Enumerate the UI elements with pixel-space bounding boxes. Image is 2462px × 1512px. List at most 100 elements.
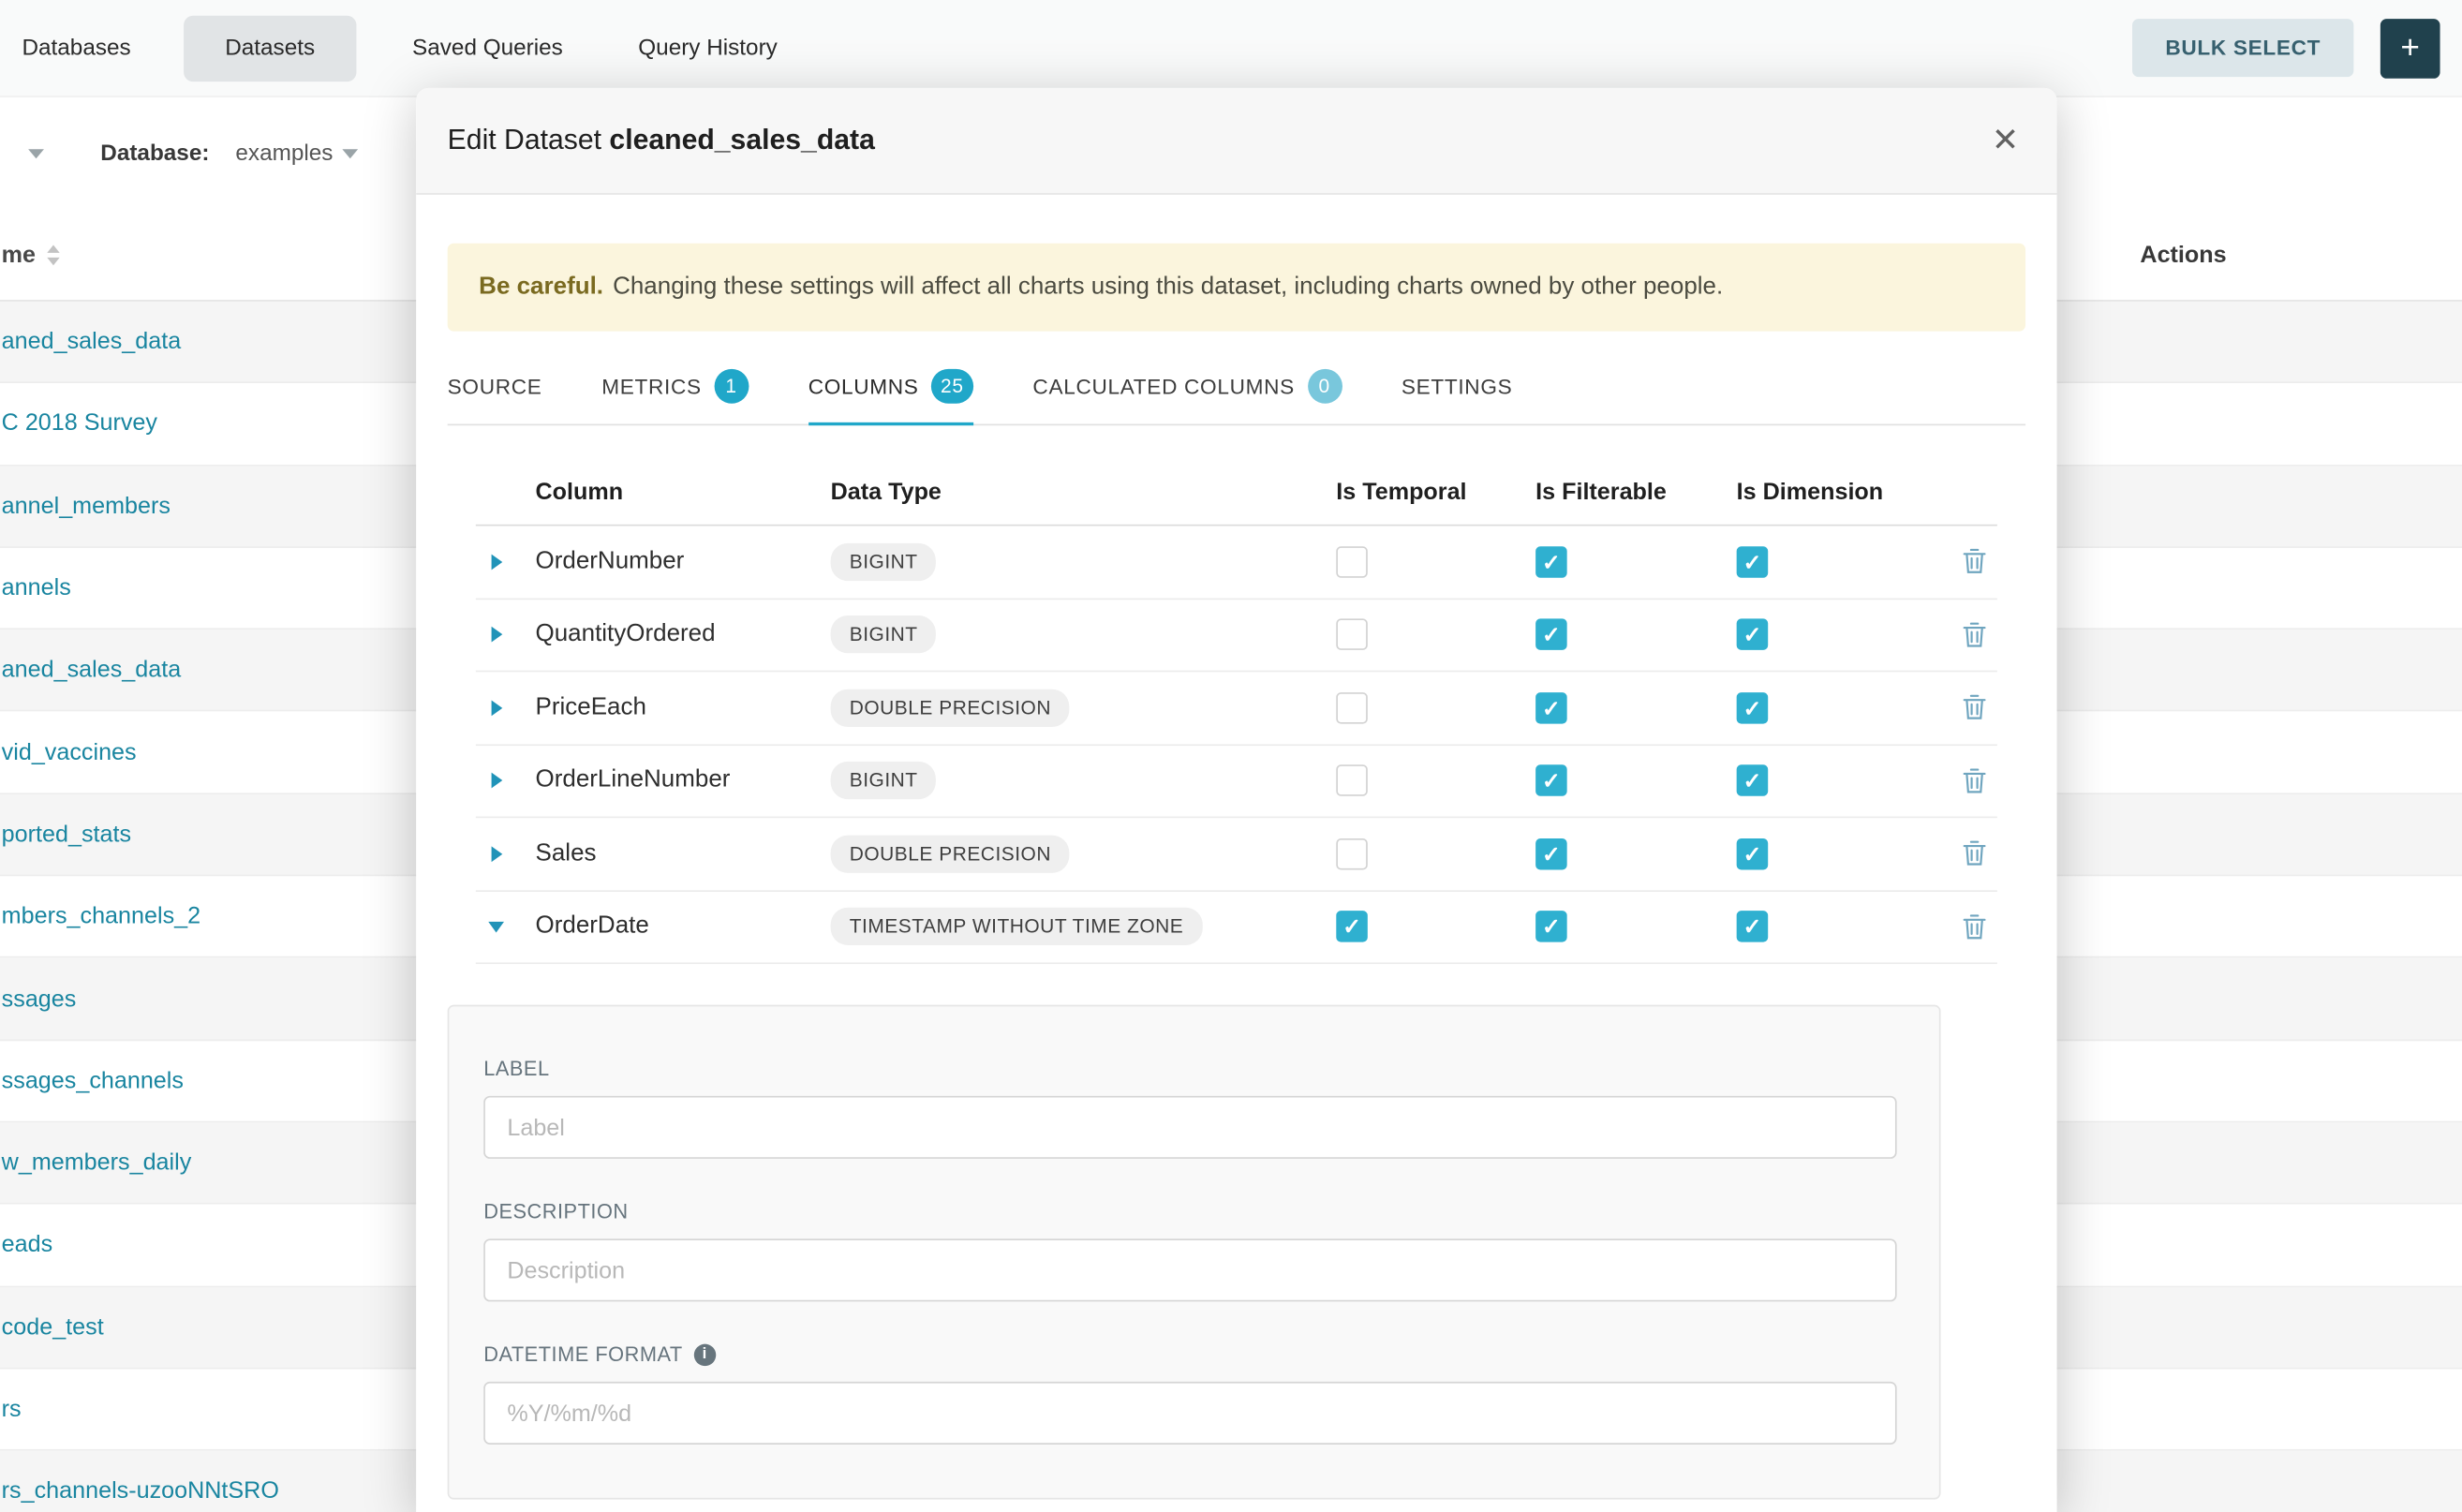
is-temporal-checkbox[interactable] bbox=[1336, 765, 1368, 797]
is-filterable-checkbox[interactable] bbox=[1535, 838, 1567, 870]
delete-column-icon[interactable] bbox=[1950, 694, 1997, 720]
is-temporal-checkbox[interactable] bbox=[1336, 912, 1368, 943]
is-dimension-checkbox[interactable] bbox=[1737, 692, 1769, 724]
nav-item-datasets[interactable]: Datasets bbox=[185, 15, 356, 81]
data-type-pill: TIMESTAMP WITHOUT TIME ZONE bbox=[831, 908, 1203, 945]
collapse-caret-icon[interactable] bbox=[488, 921, 504, 932]
nav-item-query-history[interactable]: Query History bbox=[601, 15, 815, 81]
is-filterable-checkbox[interactable] bbox=[1535, 619, 1567, 651]
dataset-link[interactable]: w_members_daily bbox=[0, 1149, 191, 1176]
expand-caret-icon[interactable] bbox=[491, 627, 502, 643]
column-name: PriceEach bbox=[516, 693, 830, 721]
expand-caret-icon[interactable] bbox=[491, 700, 502, 716]
data-type-pill: BIGINT bbox=[831, 542, 937, 580]
column-name: QuantityOrdered bbox=[516, 620, 830, 648]
expand-caret-icon[interactable] bbox=[491, 846, 502, 862]
name-column-header[interactable]: me bbox=[0, 242, 59, 268]
dataset-link[interactable]: ported_stats bbox=[0, 821, 131, 847]
delete-column-icon[interactable] bbox=[1950, 767, 1997, 793]
column-row: OrderNumber BIGINT bbox=[476, 526, 1997, 599]
is-dimension-header: Is Dimension bbox=[1718, 479, 1922, 505]
column-row: PriceEach DOUBLE PRECISION bbox=[476, 672, 1997, 745]
tab-settings[interactable]: SETTINGS bbox=[1402, 353, 1513, 425]
is-filterable-checkbox[interactable] bbox=[1535, 765, 1567, 797]
is-temporal-header: Is Temporal bbox=[1317, 479, 1517, 505]
is-dimension-checkbox[interactable] bbox=[1737, 619, 1769, 651]
is-temporal-checkbox[interactable] bbox=[1336, 692, 1368, 724]
metrics-count-badge: 1 bbox=[714, 369, 749, 404]
datetime-format-input[interactable] bbox=[483, 1382, 1896, 1445]
sort-icon[interactable] bbox=[47, 245, 59, 265]
close-icon[interactable]: ✕ bbox=[1992, 124, 2020, 156]
delete-column-icon[interactable] bbox=[1950, 913, 1997, 940]
columns-table-header: Column Data Type Is Temporal Is Filterab… bbox=[476, 460, 1997, 526]
dataset-link[interactable]: code_test bbox=[0, 1313, 104, 1340]
dataset-link[interactable]: eads bbox=[0, 1232, 52, 1258]
actions-column-header: Actions bbox=[2140, 242, 2226, 268]
dataset-link[interactable]: rs bbox=[0, 1396, 22, 1422]
tab-source[interactable]: SOURCE bbox=[448, 353, 542, 425]
column-row: OrderLineNumber BIGINT bbox=[476, 745, 1997, 818]
database-filter-value[interactable]: examples bbox=[235, 141, 333, 167]
tab-calculated-columns[interactable]: CALCULATED COLUMNS 0 bbox=[1032, 353, 1342, 425]
column-name: Sales bbox=[516, 839, 830, 867]
dataset-name: cleaned_sales_data bbox=[609, 124, 874, 156]
dataset-link[interactable]: aned_sales_data bbox=[0, 657, 181, 683]
data-type-pill: BIGINT bbox=[831, 762, 937, 799]
dataset-link[interactable]: C 2018 Survey bbox=[0, 410, 157, 437]
tab-metrics[interactable]: METRICS 1 bbox=[601, 353, 749, 425]
is-dimension-checkbox[interactable] bbox=[1737, 838, 1769, 870]
is-temporal-checkbox[interactable] bbox=[1336, 619, 1368, 651]
nav-item-saved-queries[interactable]: Saved Queries bbox=[375, 15, 601, 81]
is-temporal-checkbox[interactable] bbox=[1336, 546, 1368, 578]
is-temporal-checkbox[interactable] bbox=[1336, 838, 1368, 870]
chevron-down-icon[interactable] bbox=[342, 149, 358, 158]
is-dimension-checkbox[interactable] bbox=[1737, 765, 1769, 797]
dataset-link[interactable]: rs_channels-uzooNNtSRO bbox=[0, 1478, 279, 1505]
edit-dataset-modal: Edit Dataset cleaned_sales_data ✕ Be car… bbox=[416, 88, 2056, 1512]
column-detail-panel: LABEL DESCRIPTION DATETIME FORMAT bbox=[448, 1005, 1941, 1500]
dataset-link[interactable]: ssages bbox=[0, 986, 76, 1012]
is-dimension-checkbox[interactable] bbox=[1737, 912, 1769, 943]
is-filterable-header: Is Filterable bbox=[1517, 479, 1718, 505]
column-row: Sales DOUBLE PRECISION bbox=[476, 818, 1997, 891]
description-input[interactable] bbox=[483, 1238, 1896, 1301]
column-header: Column bbox=[516, 479, 830, 505]
label-input[interactable] bbox=[483, 1096, 1896, 1159]
dataset-link[interactable]: aned_sales_data bbox=[0, 329, 181, 355]
is-filterable-checkbox[interactable] bbox=[1535, 546, 1567, 578]
dataset-link[interactable]: mbers_channels_2 bbox=[0, 903, 200, 929]
warning-bold: Be careful. bbox=[479, 274, 603, 302]
dataset-link[interactable]: vid_vaccines bbox=[0, 739, 137, 765]
is-filterable-checkbox[interactable] bbox=[1535, 692, 1567, 724]
is-dimension-checkbox[interactable] bbox=[1737, 546, 1769, 578]
data-type-pill: DOUBLE PRECISION bbox=[831, 689, 1071, 726]
chevron-down-icon[interactable] bbox=[28, 149, 44, 158]
expand-caret-icon[interactable] bbox=[491, 773, 502, 789]
delete-column-icon[interactable] bbox=[1950, 621, 1997, 647]
top-nav: Databases Datasets Saved Queries Query H… bbox=[0, 0, 2462, 97]
modal-body: Be careful. Changing these settings will… bbox=[416, 244, 2056, 1500]
data-type-pill: BIGINT bbox=[831, 615, 937, 653]
dataset-link[interactable]: ssages_channels bbox=[0, 1067, 184, 1093]
delete-column-icon[interactable] bbox=[1950, 840, 1997, 867]
delete-column-icon[interactable] bbox=[1950, 548, 1997, 574]
is-filterable-checkbox[interactable] bbox=[1535, 912, 1567, 943]
modal-title: Edit Dataset cleaned_sales_data bbox=[448, 124, 875, 156]
database-filter-label: Database: bbox=[100, 141, 209, 167]
columns-table: Column Data Type Is Temporal Is Filterab… bbox=[476, 460, 1997, 964]
info-icon[interactable] bbox=[693, 1343, 715, 1365]
expand-caret-icon[interactable] bbox=[491, 554, 502, 570]
nav-item-databases[interactable]: Databases bbox=[22, 15, 168, 81]
modal-header: Edit Dataset cleaned_sales_data ✕ bbox=[416, 88, 2056, 195]
calculated-columns-count-badge: 0 bbox=[1307, 369, 1342, 404]
dataset-link[interactable]: annel_members bbox=[0, 493, 171, 519]
columns-count-badge: 25 bbox=[931, 369, 973, 404]
tab-columns[interactable]: COLUMNS 25 bbox=[808, 353, 973, 425]
column-row: OrderDate TIMESTAMP WITHOUT TIME ZONE bbox=[476, 891, 1997, 964]
add-dataset-button[interactable]: + bbox=[2380, 18, 2440, 78]
column-row: QuantityOrdered BIGINT bbox=[476, 599, 1997, 672]
dataset-link[interactable]: annels bbox=[0, 574, 71, 600]
column-name: OrderDate bbox=[516, 912, 830, 941]
bulk-select-button[interactable]: BULK SELECT bbox=[2132, 19, 2353, 77]
